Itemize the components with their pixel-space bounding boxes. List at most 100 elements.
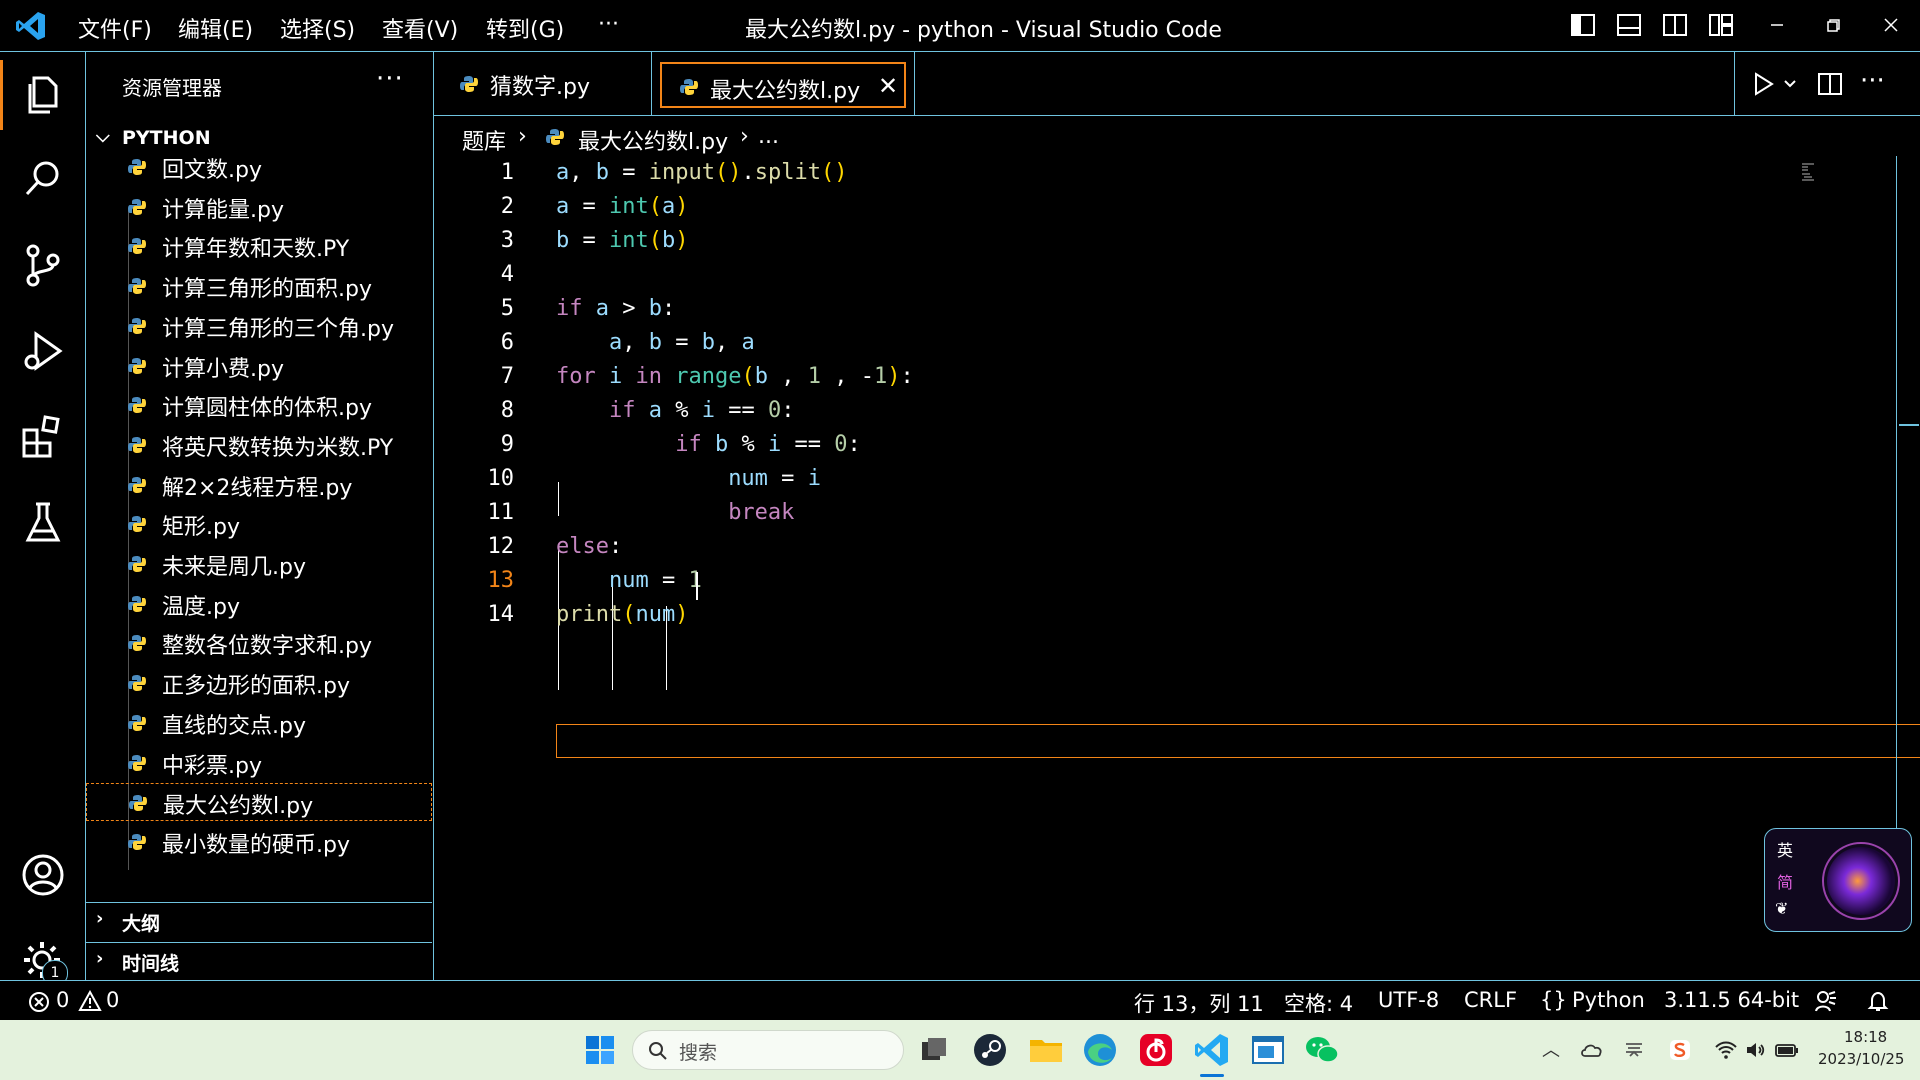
menu-selection[interactable]: 选择(S) <box>280 12 355 44</box>
planet-decoration-icon <box>1822 842 1900 920</box>
editor-more-actions-button[interactable]: ··· <box>1860 66 1885 96</box>
menu-edit[interactable]: 编辑(E) <box>178 12 253 44</box>
file-item[interactable]: 直线的交点.py <box>86 704 432 742</box>
ime-widget[interactable]: 英 简 ❦ <box>1764 828 1912 932</box>
tray-app-icon[interactable] <box>1622 1038 1646 1062</box>
chevron-down-icon[interactable] <box>1782 76 1798 92</box>
python-file-icon <box>128 159 146 175</box>
menu-file[interactable]: 文件(F) <box>78 12 152 44</box>
file-item[interactable]: 最大公约数l.py <box>86 783 432 822</box>
file-item[interactable]: 最小数量的硬币.py <box>86 823 432 861</box>
run-file-icon[interactable] <box>1750 70 1778 98</box>
battery-icon[interactable] <box>1774 1038 1800 1062</box>
minimize-icon[interactable] <box>1764 12 1790 38</box>
explorer-more-button[interactable]: ··· <box>376 64 404 94</box>
scrollbar-thumb[interactable] <box>1899 424 1919 426</box>
timeline-section-header[interactable]: › 时间线 <box>86 944 432 978</box>
tab-guess-number[interactable]: 猜数字.py <box>434 52 652 115</box>
file-item[interactable]: 计算小费.py <box>86 347 432 385</box>
onedrive-cloud-icon[interactable] <box>1580 1038 1604 1062</box>
file-name: 回文数.py <box>162 158 262 183</box>
customize-layout-icon[interactable] <box>1708 12 1734 38</box>
wechat-icon[interactable] <box>1302 1030 1342 1070</box>
menu-go[interactable]: 转到(G) <box>486 12 564 44</box>
file-item[interactable]: 解2×2线程方程.py <box>86 466 432 504</box>
minimap[interactable] <box>1800 162 1824 182</box>
volume-icon[interactable] <box>1744 1038 1768 1062</box>
file-item[interactable]: 整数各位数字求和.py <box>86 624 432 662</box>
outline-section-header[interactable]: › 大纲 <box>86 904 432 938</box>
code-line-1: a, b = input().split() <box>556 160 848 185</box>
accounts-icon[interactable] <box>18 850 68 900</box>
split-editor-icon[interactable] <box>1816 70 1844 98</box>
explorer-icon[interactable] <box>18 68 68 118</box>
netease-music-icon[interactable] <box>1136 1030 1176 1070</box>
steam-icon[interactable] <box>970 1030 1010 1070</box>
python-file-icon <box>128 198 146 215</box>
language-mode[interactable]: Python <box>1572 988 1645 1012</box>
app-window-icon[interactable] <box>1248 1030 1288 1070</box>
python-file-icon <box>129 795 147 812</box>
windows-start-icon[interactable] <box>580 1030 620 1070</box>
source-control-icon[interactable] <box>18 240 68 290</box>
active-view-indicator <box>0 60 3 130</box>
file-item[interactable]: 未来是周几.py <box>86 545 432 583</box>
notifications-bell-icon[interactable] <box>1866 989 1890 1013</box>
menu-more[interactable]: ··· <box>598 12 619 37</box>
file-item[interactable]: 将英尺数转换为米数.PY <box>86 426 432 464</box>
clock-time[interactable]: 18:18 <box>1844 1028 1887 1046</box>
feedback-icon[interactable] <box>1814 989 1838 1013</box>
file-name: 计算三角形的面积.py <box>162 277 372 303</box>
breadcrumb-folder[interactable]: 题库 <box>462 124 506 156</box>
menu-view[interactable]: 查看(V) <box>382 12 458 44</box>
close-tab-icon[interactable]: ✕ <box>878 72 898 100</box>
file-item[interactable]: 计算年数和天数.PY <box>86 227 432 265</box>
vscode-taskbar-icon[interactable] <box>1192 1030 1232 1070</box>
search-icon[interactable] <box>18 154 68 204</box>
error-count[interactable]: 0 <box>56 988 69 1012</box>
ime-mode[interactable]: 简 <box>1777 869 1793 893</box>
file-item[interactable]: 计算圆柱体的体积.py <box>86 386 432 424</box>
file-item[interactable]: 计算能量.py <box>86 188 432 226</box>
breadcrumb-symbols[interactable]: ... <box>758 124 779 149</box>
warning-count[interactable]: 0 <box>106 988 119 1012</box>
toggle-secondary-sidebar-icon[interactable] <box>1662 12 1688 38</box>
extensions-icon[interactable] <box>18 412 68 462</box>
clock-date[interactable]: 2023/10/25 <box>1818 1050 1904 1068</box>
testing-icon[interactable] <box>18 498 68 548</box>
chevron-up-icon[interactable]: ︿ <box>1542 1036 1560 1062</box>
sogou-ime-icon[interactable] <box>1668 1038 1692 1062</box>
file-item[interactable]: 矩形.py <box>86 505 432 543</box>
file-item[interactable]: 计算三角形的面积.py <box>86 267 432 305</box>
end-of-line[interactable]: CRLF <box>1464 988 1517 1012</box>
code-editor[interactable]: 1 2 3 4 5 6 7 8 9 10 11 12 13 14 a, b = input().split… <box>434 156 1920 980</box>
close-window-icon[interactable] <box>1878 12 1904 38</box>
run-and-debug-icon[interactable] <box>18 326 68 376</box>
restore-icon[interactable] <box>1820 12 1846 38</box>
file-item[interactable]: 正多边形的面积.py <box>86 664 432 702</box>
wifi-icon[interactable] <box>1714 1038 1738 1062</box>
file-explorer-icon[interactable] <box>1026 1030 1066 1070</box>
cursor-position[interactable]: 行 13，列 11 <box>1134 988 1264 1018</box>
ime-language[interactable]: 英 <box>1777 837 1793 861</box>
code-line-5: if a > b: <box>556 296 676 321</box>
encoding[interactable]: UTF-8 <box>1378 988 1439 1012</box>
tab-label: 最大公约数l.py <box>710 79 861 104</box>
file-item[interactable]: 温度.py <box>86 585 432 623</box>
line-number: 4 <box>500 262 514 287</box>
taskbar-search[interactable]: 搜索 <box>632 1030 904 1070</box>
breadcrumb-file[interactable]: 最大公约数l.py <box>578 124 728 156</box>
edge-browser-icon[interactable] <box>1080 1030 1120 1070</box>
python-interpreter[interactable]: 3.11.5 64-bit <box>1664 988 1799 1012</box>
file-item[interactable]: 计算三角形的三个角.py <box>86 307 432 345</box>
file-item[interactable]: 回文数.py <box>86 148 432 186</box>
task-view-icon[interactable] <box>914 1030 954 1070</box>
vertical-scrollbar[interactable] <box>1896 156 1920 846</box>
toggle-primary-sidebar-icon[interactable] <box>1570 12 1596 38</box>
file-item[interactable]: 中彩票.py <box>86 744 432 782</box>
tab-gcd[interactable]: 最大公约数l.py ✕ <box>660 62 906 108</box>
code-line-9: if b % i == 0: <box>675 432 861 457</box>
toggle-panel-icon[interactable] <box>1616 12 1642 38</box>
indentation[interactable]: 空格: 4 <box>1284 988 1353 1018</box>
ime-skin-icon[interactable]: ❦ <box>1775 899 1788 918</box>
